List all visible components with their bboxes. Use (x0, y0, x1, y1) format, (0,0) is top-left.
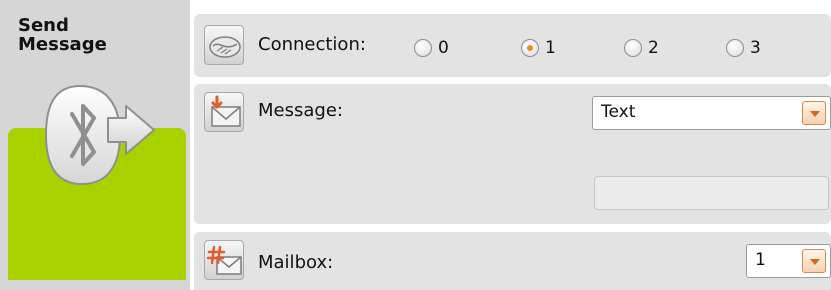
bluetooth-send-icon (44, 84, 155, 186)
radio-circle-icon (414, 39, 432, 57)
dropdown-button[interactable] (802, 101, 826, 125)
connection-radio-3[interactable]: 3 (726, 38, 761, 58)
dropdown-button[interactable] (802, 249, 826, 273)
block-title-line1: Send (18, 15, 69, 36)
radio-label: 3 (750, 38, 761, 58)
radio-circle-icon (726, 39, 744, 57)
chevron-down-icon (810, 111, 820, 117)
chevron-down-icon (810, 259, 820, 265)
message-type-value: Text (601, 102, 636, 122)
radio-label: 2 (648, 38, 659, 58)
connection-radio-2[interactable]: 2 (624, 38, 659, 58)
radio-label: 0 (438, 38, 449, 58)
hash-envelope-icon (204, 240, 244, 280)
mailbox-label: Mailbox: (258, 252, 334, 273)
connection-radio-1[interactable]: 1 (521, 38, 556, 58)
block-title: Send Message (18, 16, 107, 54)
mailbox-value: 1 (755, 250, 766, 270)
handshake-icon (204, 25, 244, 65)
message-text-field[interactable] (594, 176, 829, 210)
radio-label: 1 (545, 38, 556, 58)
message-type-select[interactable]: Text (592, 96, 831, 130)
block-panel: Send Message (0, 0, 190, 290)
mailbox-select[interactable]: 1 (746, 244, 831, 278)
mailbox-row: Mailbox: 1 (194, 232, 831, 290)
connection-label: Connection: (258, 34, 366, 55)
radio-checked-icon (521, 39, 539, 57)
connection-row: Connection: 0 1 2 3 (194, 14, 831, 77)
message-row: Message: Text (194, 84, 831, 224)
connection-radio-0[interactable]: 0 (414, 38, 449, 58)
block-title-line2: Message (18, 34, 107, 55)
message-label: Message: (258, 100, 343, 121)
envelope-in-icon (204, 92, 244, 132)
radio-circle-icon (624, 39, 642, 57)
